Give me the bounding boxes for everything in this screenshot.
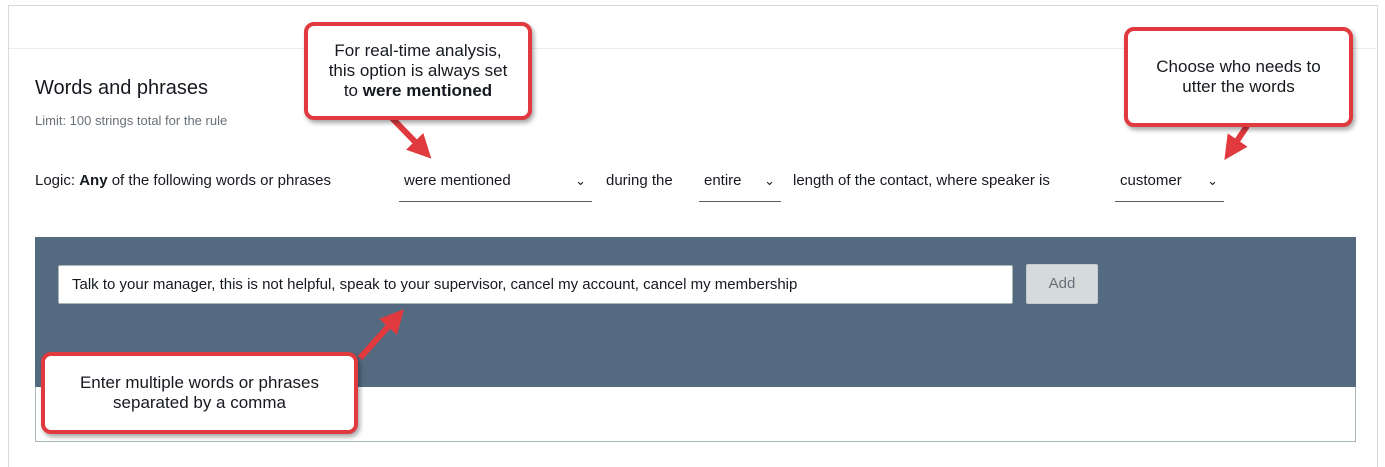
callout-realtime-line1: For real-time analysis, (334, 41, 502, 60)
arrow-speaker (1224, 124, 1250, 160)
callout-multi-line2: separated by a comma (113, 393, 286, 412)
callout-speaker: Choose who needs to utter the words (1124, 27, 1353, 127)
callout-realtime: For real-time analysis, this option is a… (304, 22, 532, 120)
callout-multi-line1: Enter multiple words or phrases (79, 373, 320, 392)
callout-speaker-line2: utter the words (1182, 77, 1295, 96)
arrow-realtime (389, 115, 432, 159)
callout-speaker-line1: Choose who needs to (1156, 57, 1321, 76)
arrow-multi (357, 309, 405, 361)
callout-realtime-line2: this option is always set (328, 61, 508, 80)
callout-multi-phrases: Enter multiple words or phrases separate… (41, 352, 358, 434)
callout-realtime-line3: to were mentioned (343, 81, 493, 100)
